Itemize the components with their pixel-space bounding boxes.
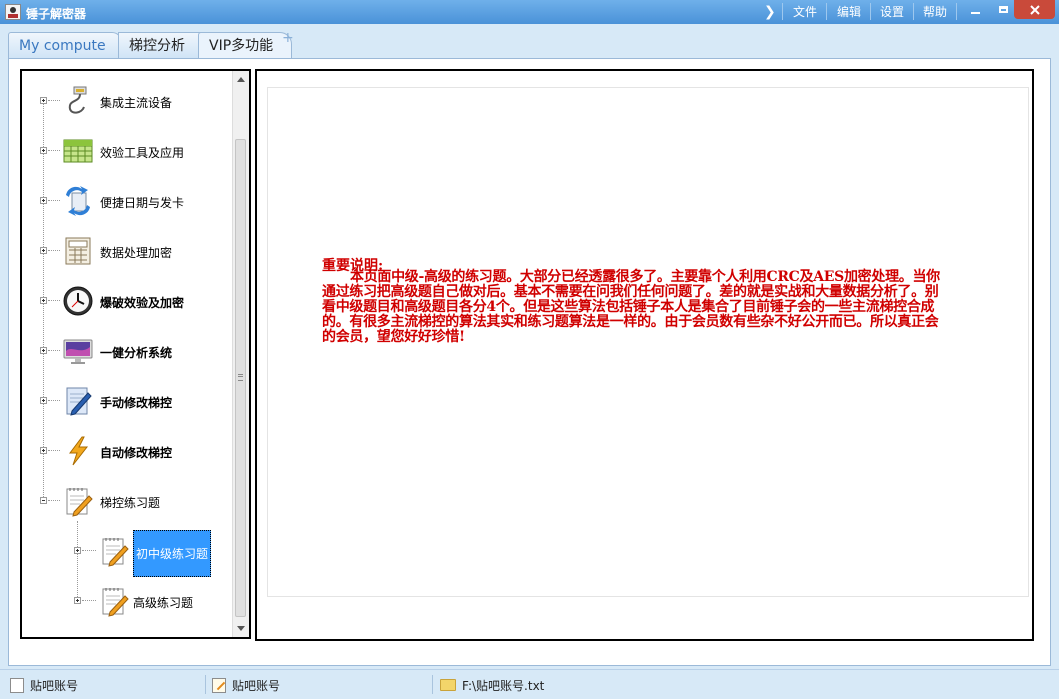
tree-item-label: 自动修改梯控 [100, 446, 173, 460]
minimize-button[interactable] [962, 0, 989, 19]
sync-arrows-icon [66, 186, 90, 216]
tree-item-label-selected: 初中级练习题 [133, 530, 212, 577]
status-account-label: 贴吧账号 [30, 678, 79, 693]
app-title: 锤子解密器 [26, 7, 87, 21]
tree-panel: 集成主流设备 效验工具及应用 便捷日期与发卡 数据处理加密 爆破效验及加密 一健… [20, 69, 251, 639]
tree-item-data-encrypt[interactable]: 数据处理加密 [22, 232, 232, 272]
tree-item-label: 数据处理加密 [100, 246, 173, 260]
tree-item-manual-modify[interactable]: 手动修改梯控 [22, 382, 232, 422]
collapse-icon[interactable] [40, 497, 47, 504]
menu-divider [782, 3, 783, 20]
tree-item-beginner-exercises[interactable]: 初中级练习题 [22, 530, 232, 577]
add-tab-button[interactable]: + [282, 30, 294, 46]
calculator-icon [65, 237, 91, 265]
notice-body: 本页面中级-高级的练习题。大部分已经透露很多了。主要靠个人利用CRC及AES加密… [322, 269, 940, 345]
tree-connector [82, 600, 96, 601]
expand-icon[interactable] [40, 147, 47, 154]
tree-item-label: 效验工具及应用 [100, 146, 185, 160]
status-edit-label: 贴吧账号 [232, 678, 281, 693]
monitor-icon [63, 339, 93, 364]
status-file-path-label: F:\贴吧账号.txt [462, 678, 545, 693]
minimize-icon [971, 11, 980, 14]
tree-connector [48, 400, 60, 401]
expand-icon[interactable] [40, 197, 47, 204]
menu-expand-arrow[interactable]: ❯ [764, 0, 776, 24]
menu-settings[interactable]: 设置 [880, 3, 904, 20]
expand-icon[interactable] [74, 597, 81, 604]
expand-icon[interactable] [40, 397, 47, 404]
status-bar: 贴吧账号 贴吧账号 F:\贴吧账号.txt [0, 669, 1059, 699]
menu-divider [870, 3, 871, 20]
menu-divider [956, 3, 957, 20]
pencil-note-icon [66, 387, 92, 416]
close-button[interactable] [1014, 0, 1055, 19]
scroll-thumb[interactable] [235, 139, 246, 617]
close-icon [1029, 4, 1040, 15]
tree-item-label: 梯控练习题 [100, 496, 161, 510]
notepad-icon [66, 488, 93, 517]
expand-icon[interactable] [40, 97, 47, 104]
tree-item-label: 爆破效验及加密 [100, 296, 185, 310]
tree-connector [48, 500, 60, 501]
folder-icon [440, 679, 456, 691]
tree-connector [48, 150, 60, 151]
tree-connector [48, 350, 60, 351]
scroll-up-arrow-icon[interactable] [237, 77, 245, 82]
tree-connector [48, 100, 60, 101]
tab-ladder-analysis[interactable]: 梯控分析 [118, 32, 202, 58]
grip-icon [238, 374, 243, 381]
app-logo-icon [5, 4, 21, 20]
tree-connector [48, 200, 60, 201]
status-edit: 贴吧账号 [212, 676, 280, 694]
tree-item-one-key-analysis[interactable]: 一健分析系统 [22, 332, 232, 372]
expand-icon[interactable] [40, 447, 47, 454]
tree-connector [82, 550, 96, 551]
tab-my-compute[interactable]: My compute [8, 32, 122, 58]
clock-icon [63, 286, 93, 316]
edit-icon [212, 677, 226, 693]
expand-icon[interactable] [74, 547, 81, 554]
tree-item-label: 手动修改梯控 [100, 396, 173, 410]
menu-file[interactable]: 文件 [793, 3, 817, 20]
spreadsheet-icon [63, 139, 93, 163]
tree-item-advanced-exercises[interactable]: 高级练习题 [22, 582, 232, 622]
notepad-icon [102, 588, 129, 617]
main-panel [255, 69, 1034, 641]
tree-item-integrated-devices[interactable]: 集成主流设备 [22, 82, 232, 122]
tree-item-ladder-exercises[interactable]: 梯控练习题 [22, 482, 232, 522]
menu-divider [826, 3, 827, 20]
menu-edit[interactable]: 编辑 [837, 3, 861, 20]
expand-icon[interactable] [40, 247, 47, 254]
maximize-icon [999, 6, 1008, 13]
tree-item-verify-tools[interactable]: 效验工具及应用 [22, 132, 232, 172]
status-divider [432, 675, 433, 694]
status-file-path: F:\贴吧账号.txt [440, 676, 544, 694]
tree-item-label: 一健分析系统 [100, 346, 173, 360]
tree-connector [48, 250, 60, 251]
tree-item-brute-verify[interactable]: 爆破效验及加密 [22, 282, 232, 322]
usb-cable-icon [68, 86, 87, 114]
tree-item-label: 高级练习题 [133, 596, 194, 610]
tree-item-label: 便捷日期与发卡 [100, 196, 185, 210]
tree-item-date-card[interactable]: 便捷日期与发卡 [22, 182, 232, 222]
notepad-icon [102, 538, 129, 567]
status-account: 贴吧账号 [10, 676, 78, 694]
menu-help[interactable]: 帮助 [923, 3, 947, 20]
tree-item-auto-modify[interactable]: 自动修改梯控 [22, 432, 232, 472]
expand-icon[interactable] [40, 297, 47, 304]
menu-divider [913, 3, 914, 20]
scroll-down-arrow-icon[interactable] [237, 626, 245, 631]
title-bar: 锤子解密器 ❯ 文件 编辑 设置 帮助 [0, 0, 1059, 24]
document-icon [10, 677, 24, 693]
status-divider [205, 675, 206, 694]
expand-icon[interactable] [40, 347, 47, 354]
lightning-icon [69, 436, 89, 466]
tab-bar: My compute 梯控分析 VIP多功能 + [0, 24, 1059, 60]
tree-item-label: 集成主流设备 [100, 96, 173, 110]
tree-connector [48, 450, 60, 451]
vertical-scrollbar[interactable] [232, 71, 249, 637]
tree-connector [48, 300, 60, 301]
tab-vip-features[interactable]: VIP多功能 [198, 32, 292, 58]
maximize-button[interactable] [990, 0, 1017, 19]
